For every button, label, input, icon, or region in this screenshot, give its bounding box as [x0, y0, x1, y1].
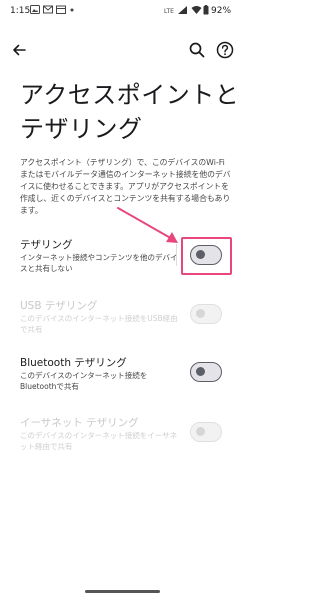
mail-notification-icon	[43, 5, 53, 14]
toggle-knob	[196, 367, 205, 376]
page-title-line-1: アクセスポイントと	[20, 81, 240, 109]
setting-subtitle-bluetooth-tethering: このデバイスのインターネット接続をBluetoothで共有	[20, 371, 148, 391]
ethernet-tethering-toggle	[190, 422, 222, 442]
divider	[176, 244, 177, 266]
back-arrow-icon[interactable]	[10, 41, 28, 59]
toggle-knob	[196, 427, 205, 436]
page-title: アクセスポイントと テザリング	[20, 78, 240, 146]
gesture-navigation-bar[interactable]	[85, 590, 160, 593]
search-icon[interactable]	[187, 40, 207, 60]
signal-icon	[178, 6, 187, 14]
svg-text:LTE: LTE	[164, 8, 174, 15]
setting-title-hotspot: テザリング	[20, 239, 73, 251]
setting-row-bluetooth-tethering[interactable]: Bluetooth テザリング このデバイスのインターネット接続をBluetoo…	[0, 355, 245, 395]
wifi-icon	[191, 6, 202, 14]
setting-row-ethernet-tethering: イーサネット テザリング このデバイスのインターネット接続をイーサネット経由で共…	[0, 415, 245, 455]
top-app-bar	[0, 36, 245, 64]
help-icon[interactable]	[215, 40, 235, 60]
calendar-notification-icon	[56, 5, 66, 14]
lte-icon: LTE	[164, 8, 174, 15]
battery-percent: 92%	[211, 6, 232, 16]
status-bar: 1:15 LTE 92%	[0, 0, 245, 24]
tethering-description: アクセスポイント（テザリング）で、このデバイスのWi-Fi またはモバイルデータ…	[20, 158, 231, 215]
dot-notification-icon	[70, 8, 74, 12]
toggle-knob	[196, 309, 205, 318]
setting-subtitle-usb-tethering: このデバイスのインターネット接続をUSB経由で共有	[20, 314, 178, 334]
setting-title-usb-tethering: USB テザリング	[20, 300, 98, 312]
photo-notification-icon	[30, 5, 40, 14]
highlight-annotation-box	[181, 237, 232, 275]
status-time: 1:15	[10, 6, 31, 16]
setting-title-bluetooth-tethering: Bluetooth テザリング	[20, 357, 127, 369]
page-title-line-2: テザリング	[20, 115, 143, 143]
usb-tethering-toggle	[190, 304, 222, 324]
bluetooth-tethering-toggle[interactable]	[190, 362, 222, 382]
setting-row-usb-tethering: USB テザリング このデバイスのインターネット接続をUSB経由で共有	[0, 298, 245, 338]
setting-subtitle-hotspot: インターネット接続やコンテンツを他のデバイスと共有しない	[20, 253, 178, 273]
setting-title-ethernet-tethering: イーサネット テザリング	[20, 417, 139, 429]
battery-icon	[203, 5, 209, 15]
setting-subtitle-ethernet-tethering: このデバイスのインターネット接続をイーサネット経由で共有	[20, 431, 178, 451]
